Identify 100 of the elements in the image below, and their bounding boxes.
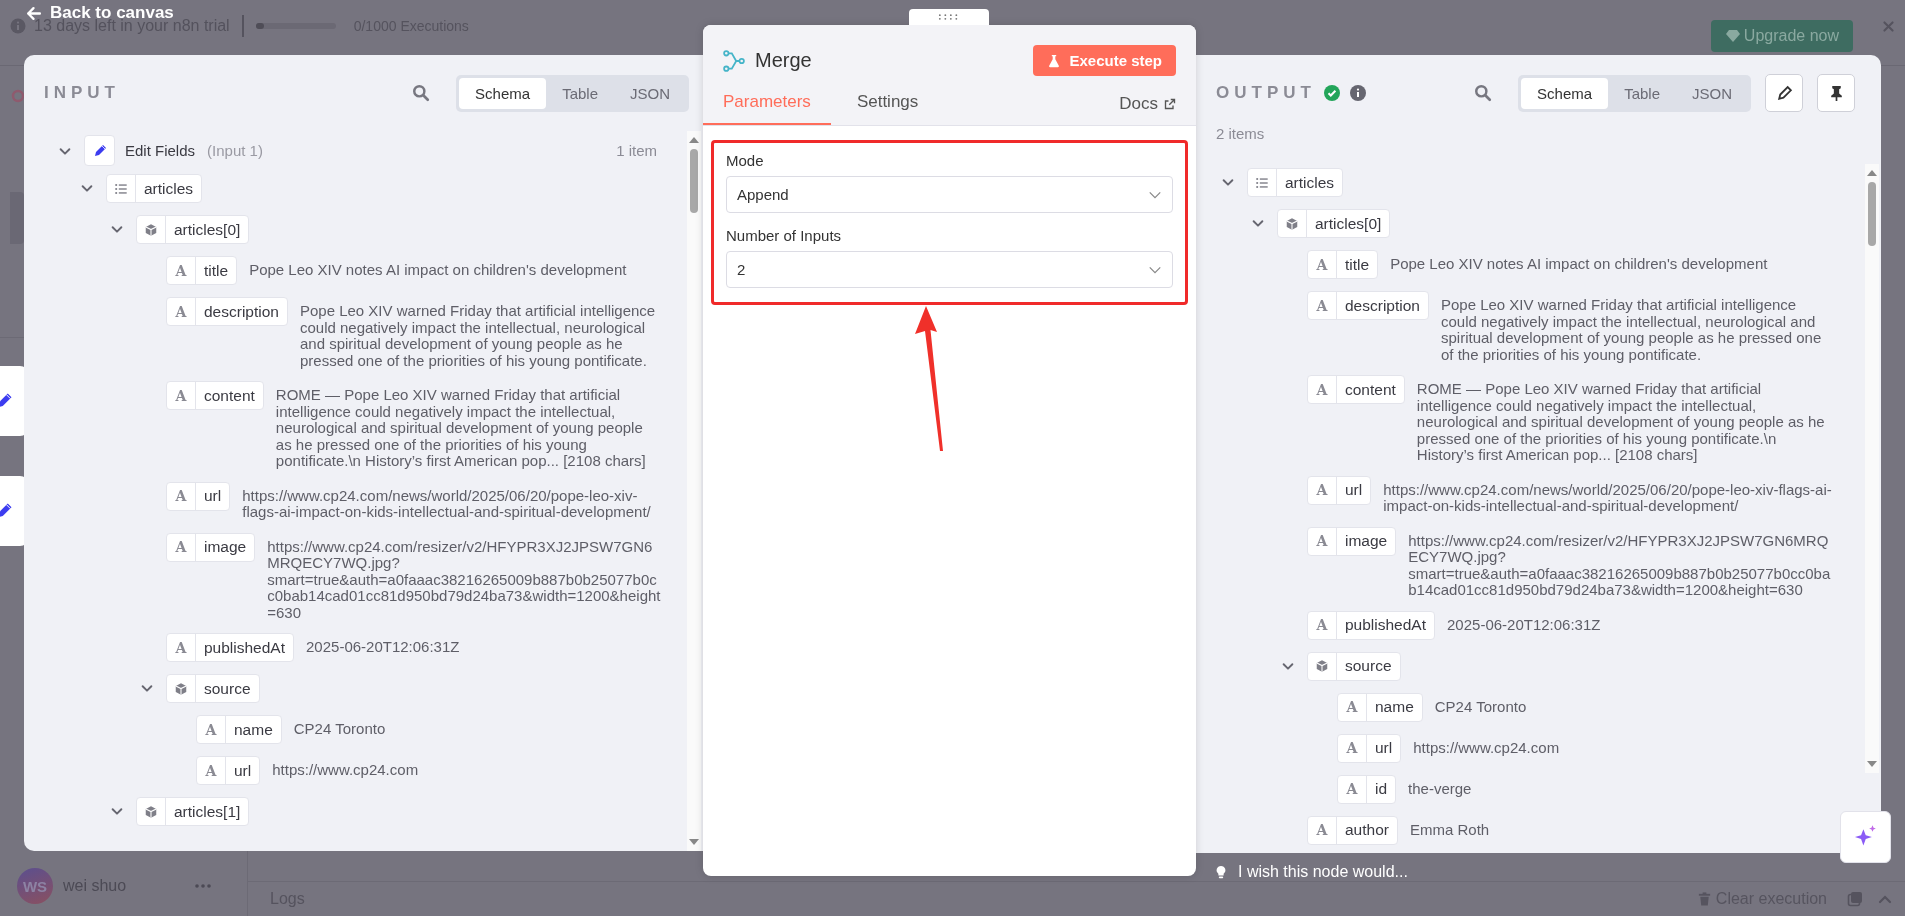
- key-label: articles: [143, 179, 195, 198]
- field-key[interactable]: A id: [1337, 774, 1397, 804]
- scroll-up-icon: [1867, 170, 1877, 176]
- field-key[interactable]: A url: [1307, 475, 1372, 505]
- scrollbar-thumb[interactable]: [1868, 182, 1876, 246]
- field-key[interactable]: articles[0]: [1277, 209, 1391, 238]
- scrollbar-thumb[interactable]: [690, 149, 698, 213]
- field-key[interactable]: articles: [106, 174, 203, 203]
- field-value: ROME — Pope Leo XIV warned Friday that artificial intelligence could negatively impact the intellectual, neurological and spiritual development of young people as he pressed one of the priorities of his young pontificate.\n History’s first American pop... [2108 chars]: [275, 385, 647, 470]
- field-key[interactable]: A image: [166, 532, 256, 562]
- key-label: image: [203, 538, 248, 556]
- key-label: description: [203, 302, 280, 321]
- field-key[interactable]: A name: [196, 715, 282, 744]
- field-key[interactable]: A description: [1307, 291, 1429, 320]
- type-label: A: [1316, 381, 1328, 398]
- field-value: ROME — Pope Leo XIV warned Friday that artificial intelligence could negatively impact the intellectual, neurological and spiritual development of young people as he pressed one of the priorities of his young pontificate.\n History’s first American pop... [2108 chars]: [1416, 379, 1826, 464]
- pin-button[interactable]: [1817, 74, 1855, 112]
- key-label: url: [1344, 481, 1364, 499]
- field-value: https://www.cp24.com: [272, 760, 420, 779]
- ai-assistant-button[interactable]: [1840, 811, 1891, 863]
- view-tab[interactable]: Table: [546, 77, 614, 109]
- grip-icon: [938, 13, 960, 21]
- key-label: name: [1374, 698, 1415, 716]
- field-key[interactable]: A image: [1307, 526, 1397, 556]
- view-tab[interactable]: Schema: [459, 77, 547, 109]
- field-key[interactable]: A publishedAt: [166, 633, 294, 662]
- field-key[interactable]: A title: [166, 256, 238, 285]
- docs-link[interactable]: Docs: [1119, 94, 1176, 125]
- key-label: articles: [1284, 173, 1336, 192]
- key-label: title: [203, 261, 230, 280]
- key-label: name: [233, 720, 274, 739]
- field-value: https://www.cp24.com/news/world/2025/06/20/pope-leo-xiv-flags-ai-impact-on-kids-intellectual-and-spiritual-development/: [1383, 479, 1833, 515]
- edit-button[interactable]: [1765, 74, 1803, 112]
- field-key[interactable]: articles: [1247, 168, 1344, 197]
- type-label: A: [175, 387, 187, 404]
- scroll-down-icon: [689, 839, 699, 845]
- search-icon[interactable]: [412, 84, 431, 102]
- info-icon[interactable]: [1349, 85, 1366, 101]
- cube-icon: [1285, 216, 1299, 231]
- input-label: (Input 1): [207, 142, 263, 159]
- lightbulb-icon: [1214, 864, 1228, 880]
- type-label: A: [1316, 297, 1328, 314]
- field-value: CP24 Toronto: [293, 719, 387, 738]
- type-label: A: [205, 721, 217, 738]
- field-key[interactable]: A url: [166, 481, 231, 511]
- field-key[interactable]: articles[0]: [136, 215, 250, 244]
- field-value: CP24 Toronto: [1434, 696, 1528, 715]
- field-key[interactable]: A description: [166, 297, 288, 326]
- field-label: Number of Inputs: [726, 227, 843, 244]
- field-key[interactable]: articles[1]: [136, 797, 250, 826]
- view-tab[interactable]: Schema: [1521, 77, 1609, 109]
- dropdown-field[interactable]: Append: [726, 176, 1173, 213]
- scrollbar[interactable]: [687, 131, 701, 851]
- field-value: Pope Leo XIV notes AI impact on children's development: [1390, 254, 1769, 273]
- dropdown-field[interactable]: 2: [726, 251, 1173, 288]
- key-label: publishedAt: [203, 638, 286, 657]
- cube-icon: [144, 222, 158, 237]
- field-key[interactable]: A content: [1307, 375, 1405, 404]
- external-link-icon: [1164, 98, 1176, 110]
- field-value: 2025-06-20T12:06:31Z: [306, 637, 461, 656]
- type-label: A: [175, 488, 187, 504]
- field-value: Pope Leo XIV warned Friday that artificial intelligence could negatively impact the intellectual, neurological and spiritual development of young people as he pressed one of the priorities of his young pontificate.: [1440, 295, 1823, 363]
- key-label: id: [1374, 780, 1389, 798]
- field-value: https://www.cp24.com: [1413, 737, 1561, 756]
- field-key[interactable]: A name: [1337, 692, 1423, 722]
- field-value: the-verge: [1408, 778, 1473, 797]
- field-key[interactable]: A content: [166, 381, 264, 410]
- pencil-icon: [1775, 84, 1793, 102]
- type-label: A: [1316, 533, 1328, 549]
- key-label: publishedAt: [1344, 616, 1427, 634]
- field-key[interactable]: A author: [1307, 815, 1398, 845]
- scrollbar[interactable]: [1865, 164, 1879, 773]
- type-label: A: [205, 762, 217, 779]
- scroll-down-icon: [1867, 761, 1877, 767]
- type-label: A: [1346, 781, 1358, 797]
- view-tab[interactable]: Table: [1608, 77, 1676, 109]
- node-badge[interactable]: [84, 135, 115, 166]
- key-label: description: [1344, 296, 1421, 315]
- feedback-prompt[interactable]: I wish this node would...: [1196, 853, 1881, 881]
- key-label: content: [1344, 380, 1397, 399]
- drag-handle[interactable]: [909, 9, 989, 25]
- item-count: 1 item: [616, 142, 657, 159]
- field-key[interactable]: source: [1307, 651, 1401, 681]
- view-tab[interactable]: JSON: [1676, 77, 1748, 109]
- merge-icon: [723, 49, 745, 72]
- field-key[interactable]: A url: [1337, 733, 1402, 763]
- field-key[interactable]: A title: [1307, 250, 1379, 279]
- field-key[interactable]: A publishedAt: [1307, 610, 1435, 640]
- ring-icon: [10, 88, 26, 104]
- search-icon[interactable]: [1474, 84, 1493, 102]
- field-key[interactable]: A url: [196, 756, 261, 785]
- panel-title: INPUT: [44, 83, 120, 103]
- field-value: Pope Leo XIV notes AI impact on children's development: [249, 260, 628, 279]
- view-tab[interactable]: JSON: [614, 77, 686, 109]
- list-icon: [1255, 175, 1269, 190]
- settings-tab[interactable]: Settings: [836, 84, 939, 125]
- field-value: https://www.cp24.com/news/world/2025/06/20/pope-leo-xiv-flags-ai-impact-on-kids-intellectual-and-spiritual-development/: [242, 485, 652, 521]
- key-label: articles[1]: [173, 802, 242, 821]
- field-key[interactable]: source: [166, 674, 260, 703]
- field-value: Pope Leo XIV warned Friday that artificial intelligence could negatively impact the intellectual, neurological and spiritual development of young people as he pressed one of the priorities of his young pontificate.: [299, 301, 657, 369]
